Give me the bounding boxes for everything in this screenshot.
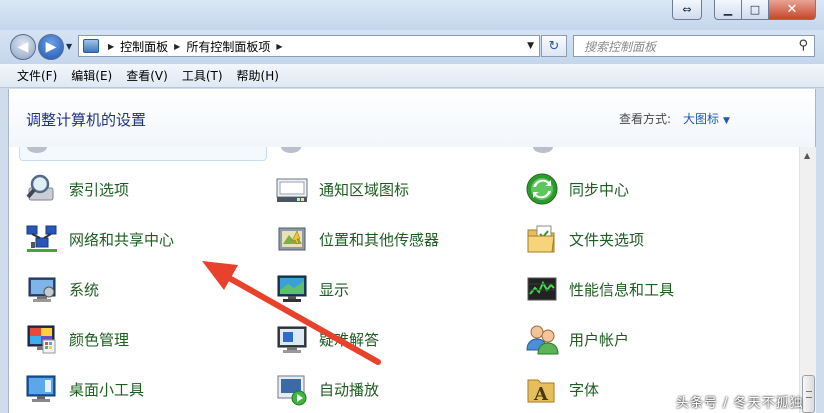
menu-tools[interactable]: 工具(T) (175, 67, 230, 84)
item-label: 性能信息和工具 (569, 280, 675, 299)
item-label: 自动播放 (319, 380, 380, 399)
minimize-button[interactable]: ▁ (714, 0, 742, 20)
notification-area-icon (275, 172, 309, 206)
item-label: 文件夹选项 (569, 230, 645, 249)
maximize-icon: □ (749, 3, 761, 16)
item-label: 位置和其他传感器 (319, 230, 440, 249)
sync-center-icon (525, 172, 559, 206)
forward-button[interactable]: ▶ (38, 34, 64, 60)
view-by-value: 大图标 (683, 112, 720, 126)
scroll-up-icon[interactable]: ▲ (804, 151, 810, 160)
search-placeholder: 搜索控制面板 (584, 39, 657, 54)
clipped-items-row (9, 147, 799, 161)
fonts-icon: A (525, 372, 559, 406)
chevron-right-icon[interactable]: ▶ (174, 42, 180, 51)
item-location-sensors[interactable]: 位置和其他传感器 (275, 221, 439, 257)
display-icon (275, 272, 309, 306)
chevron-right-icon[interactable]: ▶ (108, 42, 114, 51)
content-pane: 调整计算机的设置 查看方式: 大图标 ▼ 索引选项 通知区域图标 同步中心 网络和… (8, 89, 816, 413)
switch-window-button[interactable]: ⇔ (672, 0, 702, 20)
page-title: 调整计算机的设置 (26, 111, 147, 129)
indexing-icon (25, 172, 59, 206)
item-label: 通知区域图标 (319, 180, 410, 199)
view-by-dropdown[interactable]: 大图标 ▼ (683, 110, 730, 127)
back-button[interactable]: ◀ (10, 34, 36, 60)
item-troubleshooting[interactable]: 疑难解答 (275, 321, 379, 357)
partial-icon (533, 147, 553, 153)
caret-down-icon: ▼ (723, 116, 730, 126)
location-sensors-icon (275, 222, 309, 256)
item-label: 颜色管理 (69, 330, 130, 349)
recent-pages-dropdown[interactable]: ▼ (66, 42, 72, 51)
minimize-icon: ▁ (723, 3, 733, 16)
network-sharing-icon (25, 222, 59, 256)
breadcrumb-control-panel[interactable]: 控制面板 (120, 38, 168, 55)
performance-icon (525, 272, 559, 306)
item-user-accounts[interactable]: 用户帐户 (525, 321, 629, 357)
svg-text:A: A (533, 384, 549, 405)
item-notification-area-icons[interactable]: 通知区域图标 (275, 171, 409, 207)
autoplay-icon (275, 372, 309, 406)
item-label: 索引选项 (69, 180, 130, 199)
breadcrumb-all-items[interactable]: 所有控制面板项 (186, 38, 270, 55)
view-by-label: 查看方式: (619, 112, 672, 126)
search-icon[interactable]: ⚲ (798, 38, 808, 53)
close-icon: ✕ (786, 2, 798, 17)
item-label: 桌面小工具 (69, 380, 145, 399)
item-label: 字体 (569, 380, 600, 399)
item-sync-center[interactable]: 同步中心 (525, 171, 629, 207)
watermark-text: 头条号 / 冬天不孤独 (676, 396, 804, 411)
color-management-icon (25, 322, 59, 356)
item-label: 同步中心 (569, 180, 630, 199)
menu-help[interactable]: 帮助(H) (230, 67, 286, 84)
menu-file[interactable]: 文件(F) (10, 67, 64, 84)
item-fonts[interactable]: A 字体 (525, 371, 599, 407)
partial-icon (281, 147, 301, 153)
back-arrow-icon: ◀ (17, 39, 29, 55)
grip-icon (806, 391, 812, 398)
troubleshooting-icon (275, 322, 309, 356)
menu-bar: 文件(F) 编辑(E) 查看(V) 工具(T) 帮助(H) (0, 64, 824, 88)
close-button[interactable]: ✕ (768, 0, 816, 20)
system-icon (25, 272, 59, 306)
refresh-button[interactable]: ↻ (541, 35, 567, 57)
item-label: 疑难解答 (319, 330, 380, 349)
folder-options-icon (525, 222, 559, 256)
user-accounts-icon (525, 322, 559, 356)
item-performance-info[interactable]: 性能信息和工具 (525, 271, 674, 307)
item-label: 用户帐户 (569, 330, 630, 349)
item-autoplay[interactable]: 自动播放 (275, 371, 379, 407)
desktop-gadgets-icon (25, 372, 59, 406)
item-indexing-options[interactable]: 索引选项 (25, 171, 129, 207)
item-display[interactable]: 显示 (275, 271, 349, 307)
item-network-sharing-center[interactable]: 网络和共享中心 (25, 221, 174, 257)
address-dropdown-icon[interactable]: ▼ (527, 41, 534, 51)
forward-arrow-icon: ▶ (45, 39, 57, 55)
menu-view[interactable]: 查看(V) (119, 67, 175, 84)
switch-icon: ⇔ (682, 3, 692, 16)
address-field[interactable]: ▶ 控制面板 ▶ 所有控制面板项 ▶ ▼ (78, 35, 540, 57)
item-desktop-gadgets[interactable]: 桌面小工具 (25, 371, 144, 407)
item-system[interactable]: 系统 (25, 271, 99, 307)
menu-edit[interactable]: 编辑(E) (64, 67, 119, 84)
control-panel-icon (83, 39, 99, 53)
vertical-scrollbar[interactable]: ▲ (799, 147, 816, 413)
item-label: 系统 (69, 280, 100, 299)
refresh-icon: ↻ (548, 38, 560, 54)
item-label: 网络和共享中心 (69, 230, 175, 249)
content-header: 调整计算机的设置 查看方式: 大图标 ▼ (9, 89, 815, 147)
maximize-button[interactable]: □ (741, 0, 769, 20)
selected-item-highlight[interactable] (19, 147, 267, 161)
item-color-management[interactable]: 颜色管理 (25, 321, 129, 357)
item-label: 显示 (319, 280, 350, 299)
item-folder-options[interactable]: 文件夹选项 (525, 221, 644, 257)
chevron-right-icon[interactable]: ▶ (276, 42, 282, 51)
search-input[interactable]: 搜索控制面板 ⚲ (573, 35, 815, 57)
